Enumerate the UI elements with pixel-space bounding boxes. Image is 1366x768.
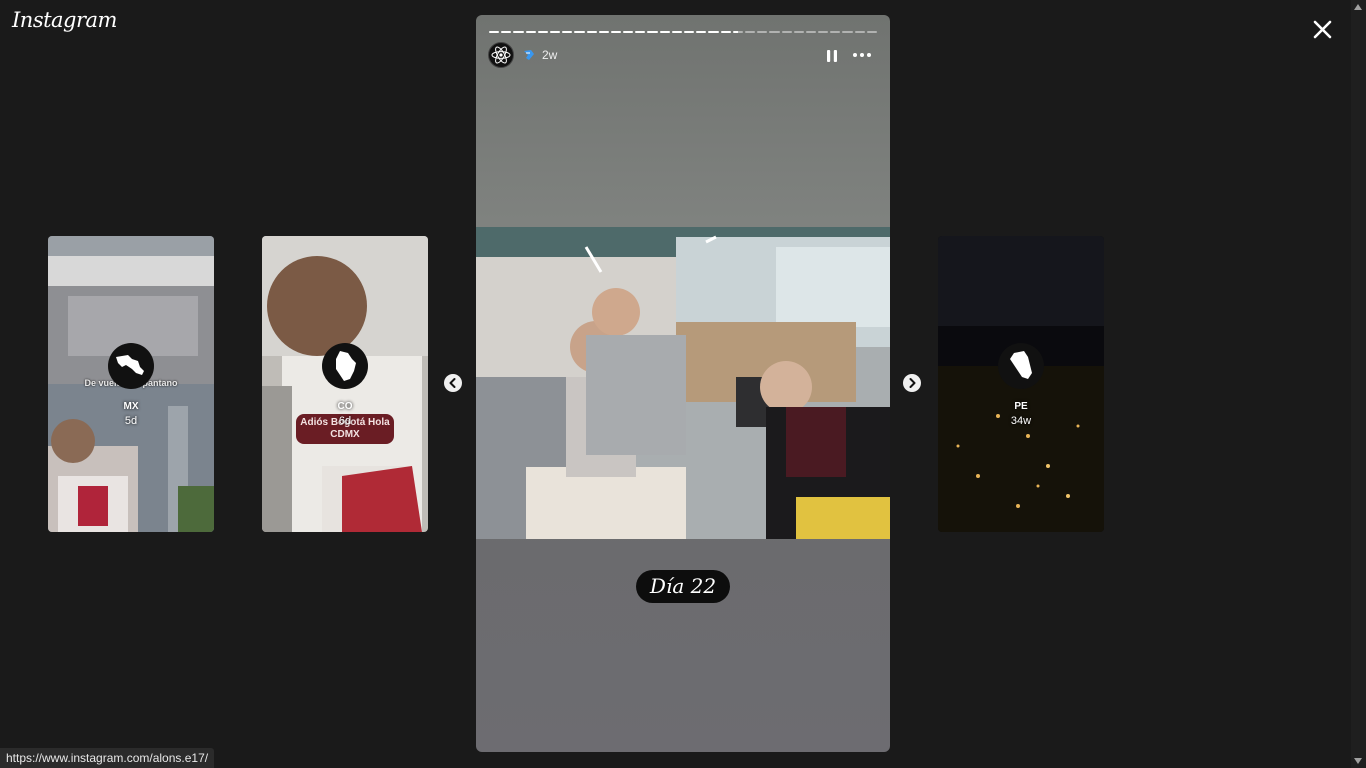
scroll-up-icon[interactable] xyxy=(1354,4,1362,10)
peru-map-icon xyxy=(1010,351,1032,379)
story-viewer[interactable]: 2w Día 22 xyxy=(476,15,890,752)
progress-segment xyxy=(696,31,707,33)
chevron-right-icon xyxy=(909,378,916,388)
progress-segment xyxy=(598,31,609,33)
status-bar-url: https://www.instagram.com/alons.e17/ xyxy=(0,748,215,768)
chevron-left-icon xyxy=(449,378,456,388)
instagram-logo[interactable]: Instagram xyxy=(12,8,117,32)
progress-segment xyxy=(793,31,804,33)
story-preview-pe[interactable]: PE 34w xyxy=(938,236,1104,532)
progress-segment xyxy=(659,31,670,33)
mexico-map-icon xyxy=(116,355,144,375)
atom-logo-icon xyxy=(491,46,511,64)
verified-badge-icon xyxy=(524,50,534,60)
progress-segment xyxy=(525,31,536,33)
avatar xyxy=(108,343,154,389)
avatar xyxy=(322,343,368,389)
progress-segment xyxy=(574,31,585,33)
progress-segment xyxy=(501,31,512,33)
close-icon xyxy=(1313,20,1332,39)
story-day-label: Día 22 xyxy=(636,570,730,603)
progress-segment xyxy=(610,31,622,33)
close-button[interactable] xyxy=(1306,14,1338,46)
previous-story-button[interactable] xyxy=(444,374,462,392)
progress-segment xyxy=(513,31,524,33)
progress-segment xyxy=(866,31,877,33)
progress-segment xyxy=(623,31,634,33)
progress-segment xyxy=(562,31,573,33)
progress-segment xyxy=(744,31,756,33)
progress-segment xyxy=(671,31,682,33)
preview-timestamp: 34w xyxy=(1010,415,1032,427)
progress-segment xyxy=(720,31,731,33)
progress-segment xyxy=(732,31,743,33)
progress-segment xyxy=(818,31,829,33)
story-author-avatar[interactable] xyxy=(488,42,514,68)
story-photo xyxy=(476,227,890,539)
story-preview-mx[interactable]: De vuelto a... pantano MX 5d xyxy=(48,236,214,532)
progress-segment xyxy=(489,31,500,33)
progress-segment xyxy=(586,31,597,33)
progress-segment xyxy=(708,31,719,33)
progress-segment xyxy=(635,31,646,33)
scroll-down-icon[interactable] xyxy=(1354,758,1362,764)
progress-segment xyxy=(549,31,561,33)
colombia-map-icon xyxy=(336,351,356,381)
preview-username: PE xyxy=(1014,401,1028,412)
progress-segment xyxy=(769,31,780,33)
pause-icon[interactable] xyxy=(825,48,839,64)
progress-segment xyxy=(805,31,817,33)
story-progress-bar xyxy=(489,31,877,33)
progress-segment xyxy=(830,31,841,33)
preview-username: MX xyxy=(123,401,139,412)
progress-segment xyxy=(757,31,768,33)
progress-segment xyxy=(781,31,792,33)
story-timestamp: 2w xyxy=(542,48,558,62)
preview-timestamp: 6d xyxy=(338,415,352,427)
preview-timestamp: 5d xyxy=(124,415,138,427)
scrollbar[interactable] xyxy=(1351,0,1366,768)
avatar xyxy=(998,343,1044,389)
next-story-button[interactable] xyxy=(903,374,921,392)
preview-username: CO xyxy=(337,401,353,412)
progress-segment xyxy=(647,31,658,33)
progress-segment xyxy=(537,31,548,33)
progress-segment xyxy=(854,31,865,33)
progress-segment xyxy=(684,31,695,33)
story-preview-co[interactable]: Adiós Bogotá Hola CDMX CO 6d xyxy=(262,236,428,532)
more-options-icon[interactable] xyxy=(851,46,873,64)
progress-segment xyxy=(842,31,853,33)
